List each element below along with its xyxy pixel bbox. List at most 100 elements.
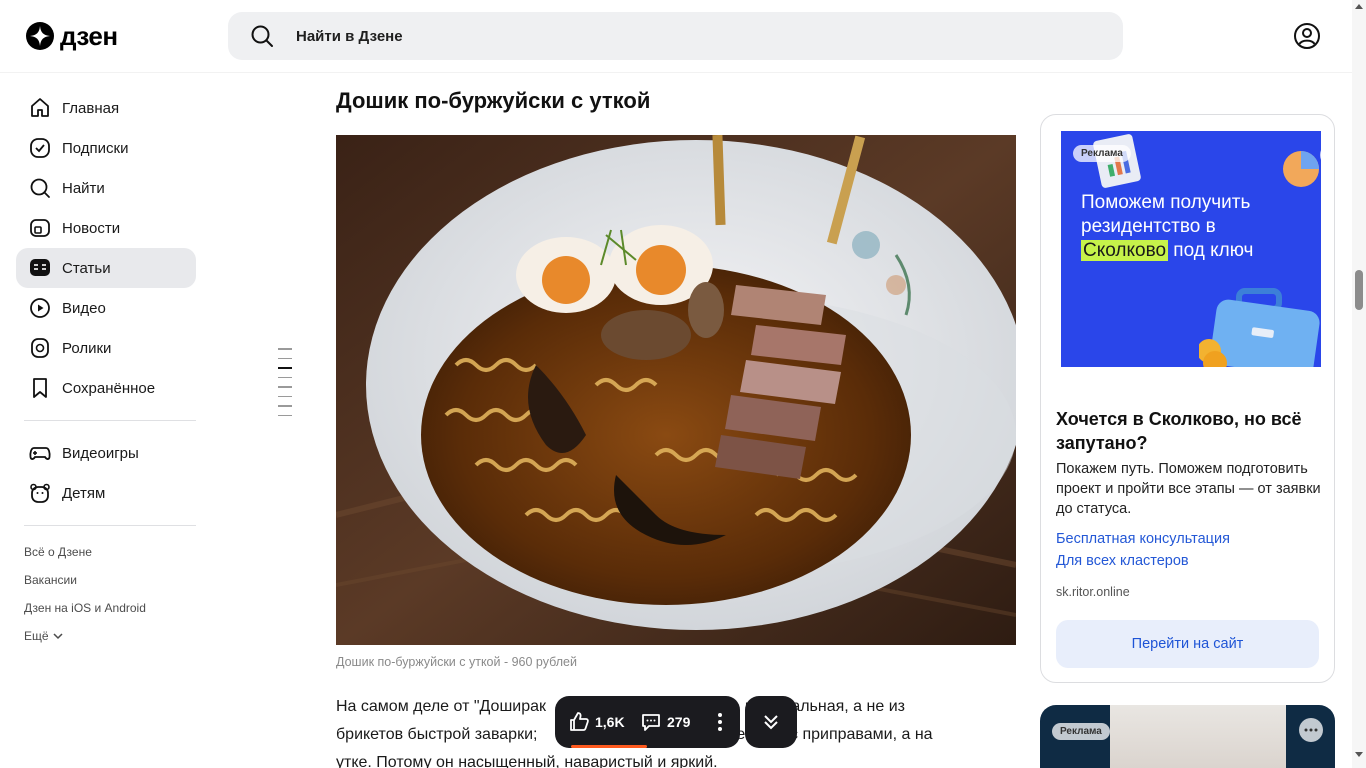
more-options-icon[interactable]: [713, 710, 727, 734]
ad-banner-line: резидентство в: [1081, 216, 1216, 237]
sidebar-footer-links: Всё о Дзене Вакансии Дзен на iOS и Andro…: [16, 538, 196, 650]
article-hero-image[interactable]: [336, 135, 1016, 645]
sidebar-item-home[interactable]: Главная: [16, 88, 196, 128]
sidebar-item-label: Статьи: [62, 259, 111, 277]
sidebar-item-label: Сохранённое: [62, 379, 156, 397]
sidebar-item-search[interactable]: Найти: [16, 168, 196, 208]
toc-mark: [278, 414, 292, 416]
news-icon: [30, 219, 50, 237]
sidebar-item-news[interactable]: Новости: [16, 208, 196, 248]
ad-photo: [1110, 705, 1286, 768]
briefcase-icon: [1199, 288, 1320, 367]
floating-action-bar: 1,6K 279: [555, 696, 740, 748]
ad-link-clusters[interactable]: Для всех кластеров: [1056, 553, 1189, 569]
sidebar-item-label: Видеоигры: [62, 444, 139, 462]
top-header: дзен Найти в Дзене: [0, 0, 1352, 72]
scroll-up-arrow[interactable]: [1355, 4, 1363, 9]
article-text-fragment: брикетов быстрой заварки;: [336, 726, 538, 743]
dzen-star-icon: [26, 22, 54, 50]
toc-mark: [278, 348, 292, 350]
profile-icon[interactable]: [1293, 22, 1321, 50]
scroll-thumb[interactable]: [1355, 270, 1363, 310]
like-button[interactable]: 1,6K: [567, 710, 625, 734]
double-chevron-down-icon: [764, 715, 778, 730]
comment-icon: [642, 714, 660, 731]
sidebar-divider: [24, 420, 196, 421]
shorts-icon: [31, 338, 49, 358]
comments-button[interactable]: 279: [639, 710, 690, 734]
search-icon: [30, 178, 50, 198]
ramen-bowl-image: [336, 135, 1016, 645]
toc-mark: [278, 386, 292, 388]
logo-text: дзен: [60, 21, 118, 51]
toc-mark-current: [278, 367, 292, 369]
more-link-label: Ещё: [24, 629, 49, 643]
ad-description: Покажем путь. Поможем подготовить проект…: [1056, 461, 1321, 517]
home-icon: [31, 98, 49, 117]
mobile-apps-link[interactable]: Дзен на iOS и Android: [24, 594, 196, 622]
image-caption: Дошик по-буржуйски с уткой - 960 рублей: [336, 655, 577, 669]
chevron-down-icon: [53, 633, 63, 640]
sidebar-item-label: Найти: [62, 179, 105, 197]
sidebar-item-label: Главная: [62, 99, 120, 117]
likes-count: 1,6K: [595, 714, 625, 730]
ad-domain: sk.ritor.online: [1056, 585, 1130, 599]
ad-menu-button[interactable]: [1299, 718, 1323, 742]
search-icon: [251, 25, 273, 47]
ad-label: Реклама: [1073, 145, 1131, 162]
sidebar-item-shorts[interactable]: Ролики: [16, 328, 196, 368]
ad-banner-highlight: Сколково: [1081, 240, 1169, 261]
article-text-fragment: На самом деле от "Доширак: [336, 698, 547, 715]
toc-mark: [278, 376, 292, 378]
video-icon: [30, 298, 50, 318]
articles-icon: [30, 259, 50, 276]
sidebar-item-label: Новости: [62, 219, 121, 237]
sidebar-divider: [24, 525, 196, 526]
sidebar: Главная Подписки Найти Новости Статьи Ви…: [16, 88, 196, 650]
reading-progress-bar: [571, 745, 647, 748]
sidebar-item-label: Подписки: [62, 139, 129, 157]
scroll-down-arrow[interactable]: [1355, 752, 1363, 757]
thumbs-up-icon: [570, 712, 589, 731]
ad-banner-line: Сколково под ключ: [1081, 239, 1311, 263]
sidebar-item-label: Видео: [62, 299, 106, 317]
ad-label: Реклама: [1052, 723, 1110, 740]
toc-mark: [278, 395, 292, 397]
ad-banner-image[interactable]: Реклама Поможем получить резидентство в …: [1061, 131, 1321, 367]
sidebar-item-label: Ролики: [62, 339, 112, 357]
toc-mark: [278, 357, 292, 359]
comments-count: 279: [667, 714, 691, 730]
ad-cta-button[interactable]: Перейти на сайт: [1056, 620, 1319, 668]
sidebar-item-kids[interactable]: Детям: [16, 473, 196, 513]
about-dzen-link[interactable]: Всё о Дзене: [24, 538, 196, 566]
toc-mark: [278, 405, 292, 407]
sidebar-item-video[interactable]: Видео: [16, 288, 196, 328]
ad-card[interactable]: Реклама Поможем получить резидентство в …: [1040, 114, 1335, 683]
ad-card-second[interactable]: Реклама: [1040, 705, 1335, 768]
sidebar-item-articles[interactable]: Статьи: [16, 248, 196, 288]
sidebar-item-subscriptions[interactable]: Подписки: [16, 128, 196, 168]
search-bar[interactable]: Найти в Дзене: [228, 12, 1123, 60]
sidebar-item-label: Детям: [62, 484, 106, 502]
sidebar-item-games[interactable]: Видеоигры: [16, 433, 196, 473]
dzen-logo[interactable]: дзен: [26, 22, 118, 50]
more-link[interactable]: Ещё: [24, 622, 196, 650]
kids-icon: [30, 483, 50, 503]
page-scrollbar[interactable]: [1352, 0, 1366, 768]
ad-title[interactable]: Хочется в Сколково, но всё запутано?: [1056, 407, 1326, 455]
article-toc-navigator[interactable]: [278, 348, 292, 424]
ad-banner-headline: Поможем получить резидентство в Сколково…: [1081, 191, 1311, 263]
collapse-button[interactable]: [745, 696, 797, 748]
vacancies-link[interactable]: Вакансии: [24, 566, 196, 594]
gamepad-icon: [29, 447, 51, 460]
ad-banner-line-end: под ключ: [1168, 240, 1254, 261]
article-body-line: утке. Потому он насыщенный, наваристый и…: [336, 754, 718, 768]
article-title: Дошик по-буржуйски с уткой: [336, 88, 651, 113]
pie-chart-icon: [1283, 151, 1319, 187]
ad-link-consultation[interactable]: Бесплатная консультация: [1056, 531, 1230, 547]
ad-banner-line: Поможем получить: [1081, 192, 1251, 213]
sidebar-item-saved[interactable]: Сохранённое: [16, 368, 196, 408]
search-input[interactable]: Найти в Дзене: [296, 28, 403, 45]
subscriptions-icon: [30, 138, 50, 158]
more-horizontal-icon: [1304, 728, 1318, 732]
